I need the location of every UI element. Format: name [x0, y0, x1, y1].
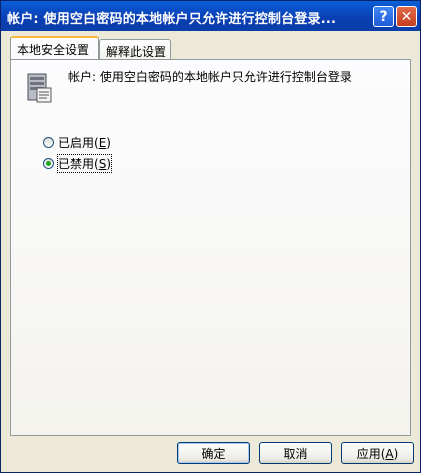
radio-enabled[interactable]: 已启用(E) [43, 134, 111, 150]
help-icon: ? [379, 8, 388, 25]
apply-button-label: 应用(A) [356, 446, 399, 461]
radio-disabled-circle[interactable] [43, 157, 54, 169]
help-button[interactable]: ? [373, 6, 394, 27]
ok-button[interactable]: 确定 [177, 442, 250, 464]
apply-button[interactable]: 应用(A) [341, 442, 414, 464]
cancel-button[interactable]: 取消 [259, 442, 332, 464]
tab-local-security-setting[interactable]: 本地安全设置 [10, 36, 99, 59]
radio-disabled-label: 已禁用(S) [56, 153, 113, 173]
close-button[interactable]: ✕ [396, 6, 417, 27]
policy-dialog: 帐户: 使用空白密码的本地帐户只允许进行控制台登录... ? ✕ 本地安全设置 … [0, 0, 421, 473]
policy-description: 帐户: 使用空白密码的本地帐户只允许进行控制台登录 [68, 70, 352, 84]
close-icon: ✕ [400, 8, 413, 25]
title-bar[interactable]: 帐户: 使用空白密码的本地帐户只允许进行控制台登录... ? ✕ [1, 1, 420, 31]
radio-enabled-label: 已启用(E) [58, 135, 111, 150]
tab-panel: 帐户: 使用空白密码的本地帐户只允许进行控制台登录 已启用(E) 已禁用(S) [10, 59, 411, 436]
window-title: 帐户: 使用空白密码的本地帐户只允许进行控制台登录... [7, 12, 337, 27]
radio-enabled-circle[interactable] [43, 136, 54, 148]
policy-server-icon [27, 73, 52, 103]
tab-explain-setting[interactable]: 解释此设置 [99, 39, 171, 59]
radio-disabled[interactable]: 已禁用(S) [43, 153, 113, 173]
